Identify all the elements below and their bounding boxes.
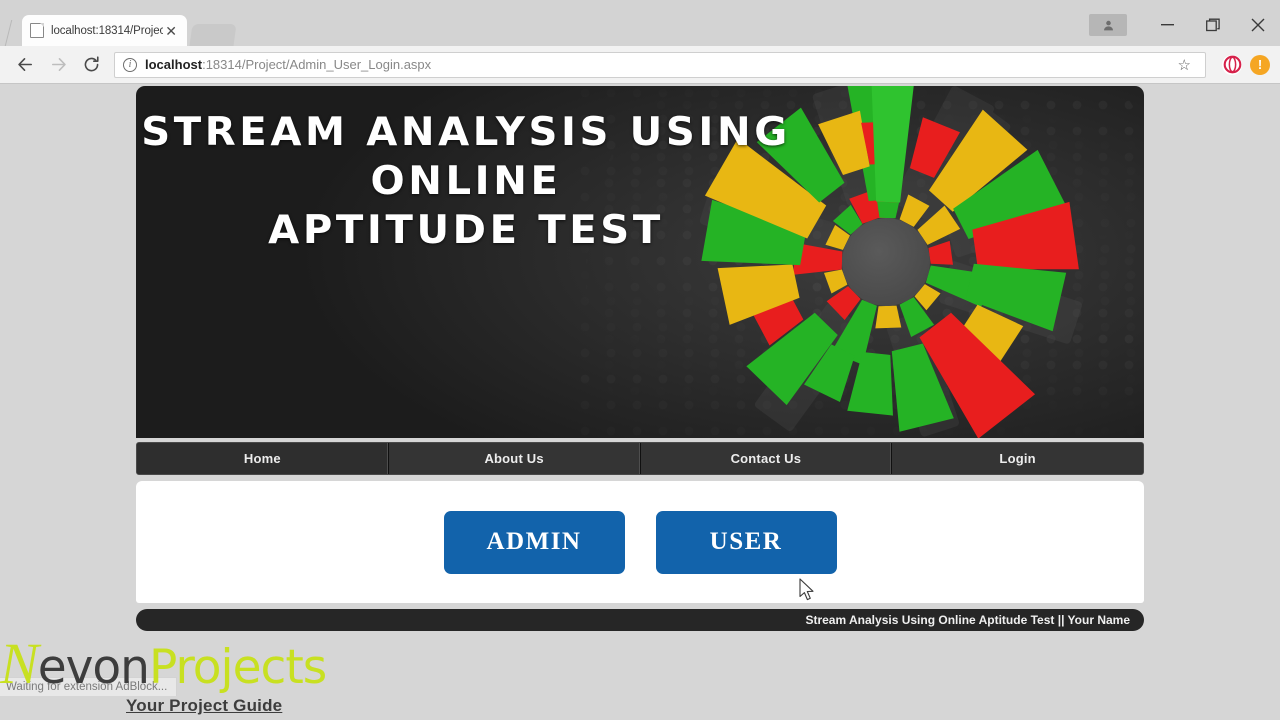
bookmark-star-icon[interactable]: ☆: [1172, 56, 1197, 74]
page-title: STREAM ANALYSIS USING ONLINE APTITUDE TE…: [136, 108, 806, 255]
footer-text: Stream Analysis Using Online Aptitude Te…: [805, 613, 1130, 627]
nav-home[interactable]: Home: [137, 443, 389, 474]
tab-strip: localhost:18314/Project/ ✕: [0, 0, 1280, 46]
admin-button[interactable]: ADMIN: [443, 510, 625, 574]
banner-title-line-1: STREAM ANALYSIS USING ONLINE: [141, 110, 791, 204]
url-host: localhost: [145, 57, 203, 72]
nav-login[interactable]: Login: [892, 443, 1143, 474]
profile-icon[interactable]: [1089, 14, 1127, 36]
site-banner: STREAM ANALYSIS USING ONLINE APTITUDE TE…: [136, 86, 1144, 438]
browser-toolbar: i localhost:18314/Project/Admin_User_Log…: [0, 46, 1280, 84]
browser-tab-active[interactable]: localhost:18314/Project/ ✕: [22, 15, 187, 46]
browser-status-bar: Waiting for extension AdBlock...: [0, 677, 178, 696]
arrow-left-icon: [17, 57, 32, 72]
warning-glyph: !: [1257, 57, 1263, 72]
address-bar[interactable]: i localhost:18314/Project/Admin_User_Log…: [114, 51, 1206, 78]
watermark-tagline: Your Project Guide: [126, 696, 283, 715]
page-icon: [30, 23, 44, 38]
user-button[interactable]: USER: [655, 510, 837, 574]
page-viewport: STREAM ANALYSIS USING ONLINE APTITUDE TE…: [0, 84, 1280, 720]
tab-title: localhost:18314/Project/: [51, 24, 164, 37]
status-text: Waiting for extension AdBlock...: [6, 681, 168, 693]
person-icon: [1103, 20, 1113, 30]
nav-contact-us[interactable]: Contact Us: [640, 443, 893, 474]
reload-button[interactable]: [76, 50, 106, 80]
login-choice-panel: ADMIN USER: [136, 481, 1144, 603]
main-navigation: Home About Us Contact Us Login: [136, 442, 1144, 475]
close-window-button[interactable]: [1235, 10, 1280, 40]
forward-button[interactable]: [43, 50, 73, 80]
maximize-icon: [1205, 18, 1220, 32]
opera-shield-icon[interactable]: [1222, 54, 1242, 75]
maximize-button[interactable]: [1190, 10, 1235, 40]
browser-tab-inactive[interactable]: [189, 24, 237, 46]
warning-icon[interactable]: !: [1250, 54, 1270, 75]
window-controls: [1089, 8, 1280, 42]
minimize-button[interactable]: [1145, 10, 1190, 40]
watermark-overlay: NevonProjects Your Project Guide: [0, 635, 440, 716]
tab-strip-edge: [4, 20, 13, 46]
browser-chrome: localhost:18314/Project/ ✕ i localhost:1…: [0, 0, 1280, 84]
banner-title-line-2: APTITUDE TEST: [268, 208, 664, 253]
site-info-icon[interactable]: i: [123, 57, 137, 72]
url-text: localhost:18314/Project/Admin_User_Login…: [145, 57, 431, 72]
reload-icon: [84, 56, 99, 72]
website-container: STREAM ANALYSIS USING ONLINE APTITUDE TE…: [136, 84, 1144, 631]
nav-about-us[interactable]: About Us: [388, 443, 641, 474]
close-icon: [1251, 18, 1264, 32]
mouse-cursor: [799, 578, 814, 601]
close-icon[interactable]: ✕: [163, 24, 179, 38]
url-path: :18314/Project/Admin_User_Login.aspx: [202, 57, 432, 72]
minimize-icon: [1161, 24, 1174, 26]
back-button[interactable]: [10, 50, 40, 80]
site-footer: Stream Analysis Using Online Aptitude Te…: [136, 609, 1144, 631]
arrow-right-icon: [51, 57, 66, 72]
